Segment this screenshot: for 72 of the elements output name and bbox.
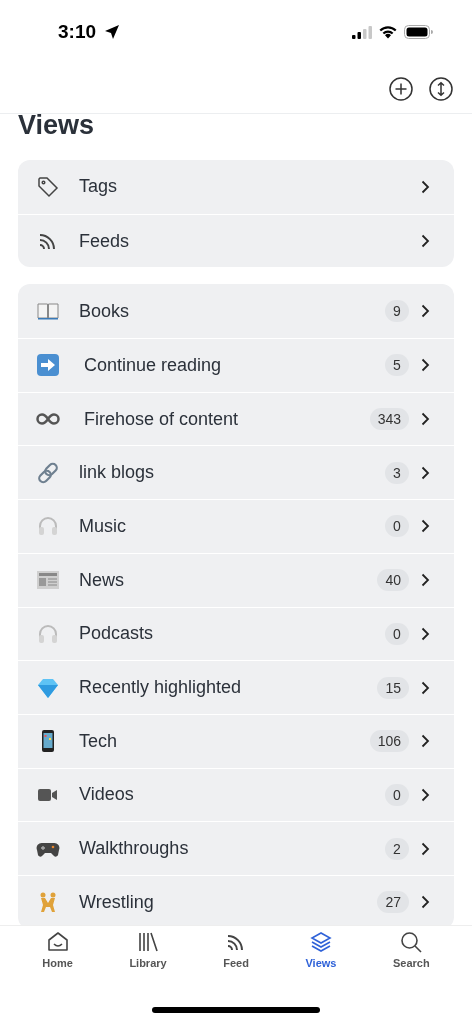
view-row[interactable]: Recently highlighted 15 [18, 660, 454, 714]
tag-icon [36, 174, 60, 199]
view-label: Books [79, 300, 131, 322]
chevron-icon [421, 358, 430, 373]
status-time: 3:10 [58, 21, 97, 43]
view-label: Firehose of content [84, 408, 240, 430]
count-badge: 3 [385, 461, 409, 484]
chevron-icon [421, 734, 430, 749]
tab-bar-item[interactable]: Library [123, 926, 173, 976]
sort-button[interactable] [428, 75, 454, 102]
view-label: Walkthroughs [79, 838, 190, 860]
count-badge: 27 [377, 891, 409, 914]
search-icon [399, 930, 424, 954]
view-label: Tech [79, 730, 119, 752]
chevron-icon [421, 519, 430, 534]
view-row[interactable]: Music 0 [18, 499, 454, 553]
count-badge: 9 [385, 300, 409, 323]
battery-icon [404, 25, 434, 39]
layers-icon [308, 930, 333, 954]
view-row[interactable]: Tags [18, 160, 454, 214]
location-arrow-icon [104, 24, 121, 40]
view-label: Continue reading [84, 354, 223, 376]
view-row[interactable]: Firehose of content 343 [18, 391, 454, 446]
count-badge: 2 [385, 837, 409, 860]
tab-bar-item[interactable]: Feed [217, 926, 255, 976]
add-button[interactable] [388, 75, 414, 102]
chevron-icon [421, 412, 430, 427]
tab-bar-item[interactable]: Search [387, 926, 436, 976]
library-icon [136, 930, 160, 954]
view-label: News [79, 569, 125, 591]
view-label: Videos [79, 784, 135, 806]
count-badge: 0 [385, 515, 409, 538]
chevron-icon [421, 787, 430, 802]
count-badge: 15 [377, 676, 409, 699]
chevron-icon [421, 465, 430, 480]
view-label: link blogs [79, 462, 156, 484]
chevron-icon [421, 626, 430, 641]
view-label: Music [79, 515, 127, 537]
view-row[interactable]: Feeds [18, 213, 454, 268]
chevron-icon [421, 895, 430, 910]
link-icon [36, 460, 60, 485]
view-row[interactable]: Walkthroughs 2 [18, 821, 454, 875]
wifi-icon [378, 25, 398, 39]
view-label: Wrestling [79, 891, 155, 913]
view-row[interactable]: Continue reading 5 [18, 338, 454, 392]
count-badge: 0 [385, 622, 409, 645]
view-label: Recently highlighted [79, 677, 243, 699]
view-label: Feeds [79, 230, 131, 252]
tab-bar-item[interactable]: Home [36, 926, 79, 976]
view-row[interactable]: Tech 106 [18, 713, 454, 768]
count-badge: 106 [369, 730, 409, 753]
count-badge: 5 [385, 354, 409, 377]
chevron-icon [421, 680, 430, 695]
chevron-icon [421, 841, 430, 856]
home-icon [45, 930, 70, 954]
chevron-icon [421, 304, 430, 319]
view-row[interactable]: Podcasts 0 [18, 606, 454, 661]
view-row[interactable]: News 40 [18, 552, 454, 607]
view-row[interactable]: link blogs 3 [18, 445, 454, 500]
view-label: Tags [79, 176, 119, 198]
chevron-icon [421, 179, 430, 194]
chevron-icon [421, 573, 430, 588]
count-badge: 343 [369, 408, 409, 431]
view-row[interactable]: Videos 0 [18, 767, 454, 822]
tab-bar-item[interactable]: Views [299, 926, 343, 976]
chevron-icon [421, 234, 430, 249]
view-row[interactable]: Books 9 [18, 284, 454, 339]
view-label: Podcasts [79, 623, 155, 645]
count-badge: 0 [385, 783, 409, 806]
page-title: Views [18, 114, 96, 142]
count-badge: 40 [377, 569, 409, 592]
signal-icon [352, 25, 372, 39]
